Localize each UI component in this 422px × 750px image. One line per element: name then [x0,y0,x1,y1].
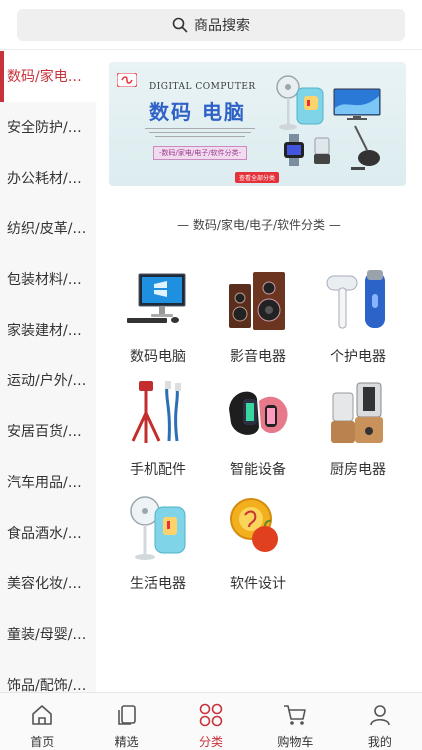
subcategory-label: 软件设计 [230,576,286,592]
smart-band-icon [221,379,295,451]
sidebar-item-beauty[interactable]: 美容化妆/… [0,558,96,609]
smartwatch-icon [279,134,309,170]
sidebar-item-safety[interactable]: 安全防护/… [0,102,96,153]
sidebar-item-auto[interactable]: 汽车用品/… [0,457,96,508]
pages-icon [113,701,141,729]
search-bar[interactable]: 商品搜索 [17,9,405,41]
subcategory-label: 手机配件 [130,462,186,478]
tab-cart[interactable]: 购物车 [253,693,337,750]
subcategory-audio-video[interactable]: 影音电器 [209,266,307,374]
sidebar-item-packaging[interactable]: 包装材料/… [0,254,96,305]
sidebar-item-label: 童装/母婴/… [7,626,87,643]
desktop-computer-icon [121,266,195,338]
blender-icon [321,379,395,451]
phone-tripod-cable-icon [121,379,195,451]
sidebar-item-label: 安全防护/… [7,120,82,137]
search-header: 商品搜索 [0,0,422,50]
hair-dryer-shaver-icon [321,266,395,338]
subcategory-label: 智能设备 [230,462,286,478]
subcategory-label: 生活电器 [130,576,186,592]
user-icon [366,701,394,729]
sidebar-item-label: 办公耗材/… [7,170,82,187]
sidebar-item-label: 饰品/配饰/… [7,677,87,692]
sidebar-item-building[interactable]: 家装建材/… [0,304,96,355]
search-label: 商品搜索 [194,18,250,34]
banner-title: 数码 电脑 [149,100,246,124]
banner-logo-icon [116,72,138,91]
banner-tag: -数码/家电/电子/软件分类- [153,146,248,160]
sidebar-item-food[interactable]: 食品酒水/… [0,507,96,558]
sidebar-item-label: 运动/户外/… [7,373,87,390]
subcategory-home-appliances[interactable]: 生活电器 [109,493,207,601]
tab-featured[interactable]: 精选 [84,693,168,750]
bottom-tab-bar: 首页 精选 分类 购物车 我的 [0,692,422,750]
tab-label: 首页 [30,735,55,749]
cart-icon [281,701,309,729]
sidebar-item-label: 包装材料/… [7,272,82,289]
subcategory-digital-computer[interactable]: 数码电脑 [109,266,207,374]
banner-fine-print [145,126,255,141]
fan-heater-icon [121,493,195,565]
category-banner[interactable]: DIGITAL COMPUTER 数码 电脑 -数码/家电/电子/软件分类- 查… [109,62,406,186]
sidebar-item-label: 纺织/皮革/… [7,221,87,238]
subcategory-phone-accessories[interactable]: 手机配件 [109,379,207,487]
software-design-icon [221,493,295,565]
banner-subtitle-en: DIGITAL COMPUTER [149,82,256,92]
search-icon [172,17,188,33]
speaker-icon [221,266,295,338]
subcategory-smart-devices[interactable]: 智能设备 [209,379,307,487]
sidebar-item-sports[interactable]: 运动/户外/… [0,355,96,406]
subcategory-personal-care[interactable]: 个护电器 [309,266,407,374]
category-content: DIGITAL COMPUTER 数码 电脑 -数码/家电/电子/软件分类- 查… [96,51,422,692]
sidebar-item-digital[interactable]: 数码/家电… [0,51,96,102]
tab-home[interactable]: 首页 [0,693,84,750]
home-icon [28,701,56,729]
banner-view-all-button[interactable]: 查看全部分类 [235,172,280,183]
sidebar-item-textile[interactable]: 纺织/皮革/… [0,203,96,254]
category-sidebar: 数码/家电… 安全防护/… 办公耗材/… 纺织/皮革/… 包装材料/… 家装建材… [0,51,96,692]
subcategory-label: 个护电器 [330,349,386,365]
tab-profile[interactable]: 我的 [338,693,422,750]
tab-label: 购物车 [277,735,314,749]
section-title: — 数码/家电/电子/软件分类 — [177,218,341,232]
sidebar-item-kids[interactable]: 童装/母婴/… [0,609,96,660]
sidebar-item-accessories[interactable]: 饰品/配饰/… [0,659,96,692]
tab-label: 分类 [199,735,224,749]
sidebar-item-label: 安居百货/… [7,424,82,441]
subcategory-label: 厨房电器 [330,462,386,478]
tab-label: 我的 [367,735,392,749]
heater-icon [295,86,327,130]
vacuum-icon [345,124,385,176]
sidebar-item-label: 食品酒水/… [7,525,82,542]
sidebar-item-label: 汽车用品/… [7,474,82,491]
tab-category[interactable]: 分类 [169,693,253,750]
tab-label: 精选 [114,735,139,749]
sidebar-item-office[interactable]: 办公耗材/… [0,152,96,203]
subcategory-software-design[interactable]: 软件设计 [209,493,307,601]
subcategory-label: 影音电器 [230,349,286,365]
subcategory-label: 数码电脑 [130,349,186,365]
sidebar-item-home[interactable]: 安居百货/… [0,406,96,457]
category-icon [197,701,225,729]
sidebar-item-label: 美容化妆/… [7,576,82,593]
subcategory-kitchen-appliances[interactable]: 厨房电器 [309,379,407,487]
sidebar-item-label: 数码/家电… [7,69,82,86]
tv-icon [333,88,381,126]
sidebar-item-label: 家装建材/… [7,322,82,339]
blender-small-icon [311,136,333,170]
